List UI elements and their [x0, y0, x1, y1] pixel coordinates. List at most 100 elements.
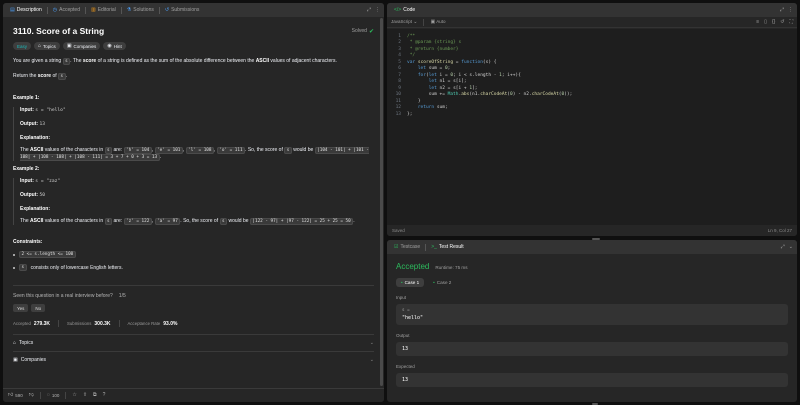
- lock-icon: ▣: [13, 356, 18, 363]
- constraints-list: 2 <= s.length <= 100 s consists only of l…: [13, 251, 374, 271]
- line-number: 5: [398, 59, 401, 65]
- code-text: let n2 = s[i + 1];: [428, 85, 478, 91]
- more-icon[interactable]: ⋮: [788, 7, 793, 13]
- checkbox-icon: ☑: [394, 243, 399, 250]
- companies-accordion[interactable]: ▣ Companies ⌄: [13, 351, 374, 368]
- tab-test-result[interactable]: >_ Test Result: [428, 242, 466, 252]
- external-link-icon[interactable]: ⧉: [93, 393, 97, 398]
- code-text: * @return {number}: [407, 46, 459, 52]
- tab-description[interactable]: ▤ Description: [7, 5, 45, 15]
- yes-button[interactable]: Yes: [13, 304, 29, 312]
- code-toolbar: JavaScript ⌄ ▣ Auto ≡ ▯ {} ↺ ⛶: [387, 17, 797, 28]
- divider: [425, 243, 427, 251]
- line-number: 7: [398, 72, 401, 78]
- maximize-icon[interactable]: ⤢: [367, 7, 371, 13]
- divider: [84, 6, 86, 14]
- maximize-icon[interactable]: ⤢: [781, 244, 785, 250]
- line-number: 2: [398, 40, 401, 46]
- doc-icon: ▤: [10, 6, 15, 13]
- topics-chip[interactable]: ⌂ Topics: [34, 42, 60, 50]
- problem-title[interactable]: 3110. Score of a String: [13, 26, 104, 36]
- thumbs-up-icon: 👍︎: [8, 392, 14, 398]
- like-button[interactable]: 👍︎ 590: [8, 392, 23, 399]
- example-2: Input: s = "zaz" Output: 50 Explanation:…: [13, 178, 374, 225]
- runtime: Runtime: 75 ms: [435, 265, 468, 270]
- reset-icon[interactable]: ↺: [780, 19, 784, 25]
- comment-icon: ◌: [46, 392, 50, 398]
- problem-statement: You are given a string s. The score of a…: [13, 58, 337, 65]
- auto-mode[interactable]: ▣ Auto: [430, 19, 445, 25]
- code-text: */: [407, 53, 416, 59]
- star-icon[interactable]: ☆: [72, 393, 76, 398]
- code-text: * @param {string} s: [407, 40, 462, 46]
- divider: [65, 392, 67, 399]
- braces-icon[interactable]: {}: [772, 19, 775, 25]
- more-icon[interactable]: ⋮: [375, 7, 380, 13]
- chevron-down-icon: ⌄: [369, 357, 374, 363]
- maximize-icon[interactable]: ⤢: [780, 7, 784, 13]
- list-item: s consists only of lowercase English lett…: [13, 264, 374, 271]
- description-panel: ▤ Description ◷ Accepted ▥ Editorial ⚗ S…: [3, 3, 384, 402]
- code-text: for(let i = 0; i < s.length - 1; i++){: [417, 72, 521, 78]
- line-number: 4: [398, 53, 401, 59]
- code-text: };: [407, 111, 413, 117]
- bullet: [13, 266, 15, 269]
- divider: [120, 6, 122, 14]
- dot-icon: •: [401, 280, 403, 285]
- tab-case-2[interactable]: • Case 2: [428, 278, 456, 287]
- chevron-down-icon: ⌄: [369, 340, 374, 346]
- code-editor[interactable]: 1 /** 2 * @param {string} s 3 * @return {nu…: [387, 29, 797, 225]
- description-content: 3110. Score of a String Solved ✔ Easy ⌂ T…: [3, 17, 384, 388]
- help-icon[interactable]: ?: [103, 393, 106, 398]
- scrollbar[interactable]: [380, 18, 383, 386]
- terminal-icon: >_: [431, 243, 437, 250]
- line-number: 3: [398, 46, 401, 52]
- code-text: var scoreOfString = function(s) {: [407, 59, 497, 65]
- collapse-icon[interactable]: ⌄: [789, 244, 793, 250]
- clock-icon: ◷: [52, 6, 58, 13]
- book-icon: ▥: [90, 6, 96, 13]
- companies-chip[interactable]: ▣ Companies: [62, 42, 101, 50]
- hint-chip[interactable]: ◉ Hint: [103, 42, 126, 50]
- problem-return: Return the score of s.: [13, 73, 68, 80]
- result-status: Accepted: [396, 262, 430, 271]
- tab-submissions[interactable]: ↺ Submissions: [162, 5, 203, 15]
- comments-button[interactable]: ◌ 100: [46, 392, 60, 399]
- input-box: s = "hello": [396, 304, 788, 325]
- code-text: /**: [407, 33, 416, 39]
- code-line[interactable]: 13};: [387, 111, 797, 118]
- list-item: 2 <= s.length <= 100: [13, 251, 374, 258]
- code-text: let sum = 0;: [417, 66, 451, 72]
- tab-code[interactable]: </> Code: [391, 5, 418, 15]
- output-box: 13: [396, 342, 788, 356]
- interview-question: Seen this question in a real interview b…: [13, 293, 126, 299]
- no-button[interactable]: No: [31, 304, 46, 312]
- lightbulb-icon: ◉: [107, 42, 112, 49]
- share-icon[interactable]: ⇪: [83, 393, 87, 398]
- input-label: Input: [396, 295, 407, 300]
- tab-editorial[interactable]: ▥ Editorial: [88, 5, 119, 15]
- bullet: [13, 253, 15, 256]
- tab-solutions[interactable]: ⚗ Solutions: [124, 5, 157, 15]
- output-label: Output: [396, 333, 410, 338]
- fullscreen-icon[interactable]: ⛶: [789, 19, 793, 25]
- tag-icon: ⌂: [13, 339, 17, 346]
- line-number: 1: [398, 33, 401, 39]
- tab-accepted[interactable]: ◷ Accepted: [50, 5, 83, 15]
- interview-vote: Yes No: [13, 304, 374, 312]
- tab-testcase[interactable]: ☑ Testcase: [391, 242, 423, 252]
- format-icon[interactable]: ≡: [756, 19, 759, 25]
- lock-icon: ▣: [66, 42, 72, 49]
- code-icon: </>: [394, 6, 402, 13]
- language-select[interactable]: JavaScript ⌄: [391, 19, 417, 25]
- result-tab-bar: ☑ Testcase >_ Test Result ⤢ ⌄: [387, 240, 797, 254]
- tab-case-1[interactable]: • Case 1: [396, 278, 425, 287]
- example-1-title: Example 1:: [13, 95, 40, 101]
- example-2-title: Example 2:: [13, 166, 40, 172]
- divider: [39, 392, 41, 399]
- thumbs-down-icon[interactable]: 👎︎: [29, 393, 34, 398]
- flask-icon: ⚗: [126, 6, 132, 13]
- topics-accordion[interactable]: ⌂ Topics ⌄: [13, 334, 374, 351]
- code-text: }: [407, 98, 421, 104]
- bookmark-icon[interactable]: ▯: [764, 19, 767, 25]
